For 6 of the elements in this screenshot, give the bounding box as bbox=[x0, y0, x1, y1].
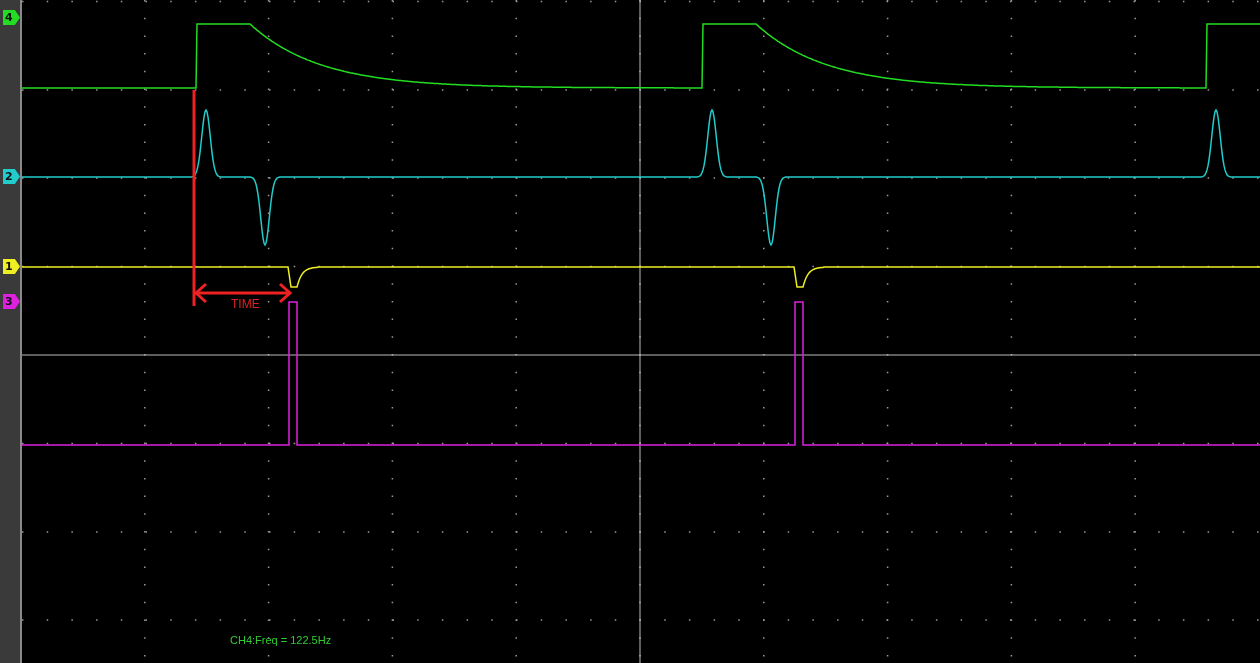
time-label: TIME bbox=[231, 297, 260, 311]
channel-marker: 3 bbox=[3, 294, 20, 309]
channel-marker: 1 bbox=[3, 259, 20, 274]
channel-marker: 4 bbox=[3, 10, 20, 25]
frequency-readout: CH4:Freq = 122.5Hz bbox=[230, 634, 332, 646]
channel-marker: 2 bbox=[3, 169, 20, 184]
